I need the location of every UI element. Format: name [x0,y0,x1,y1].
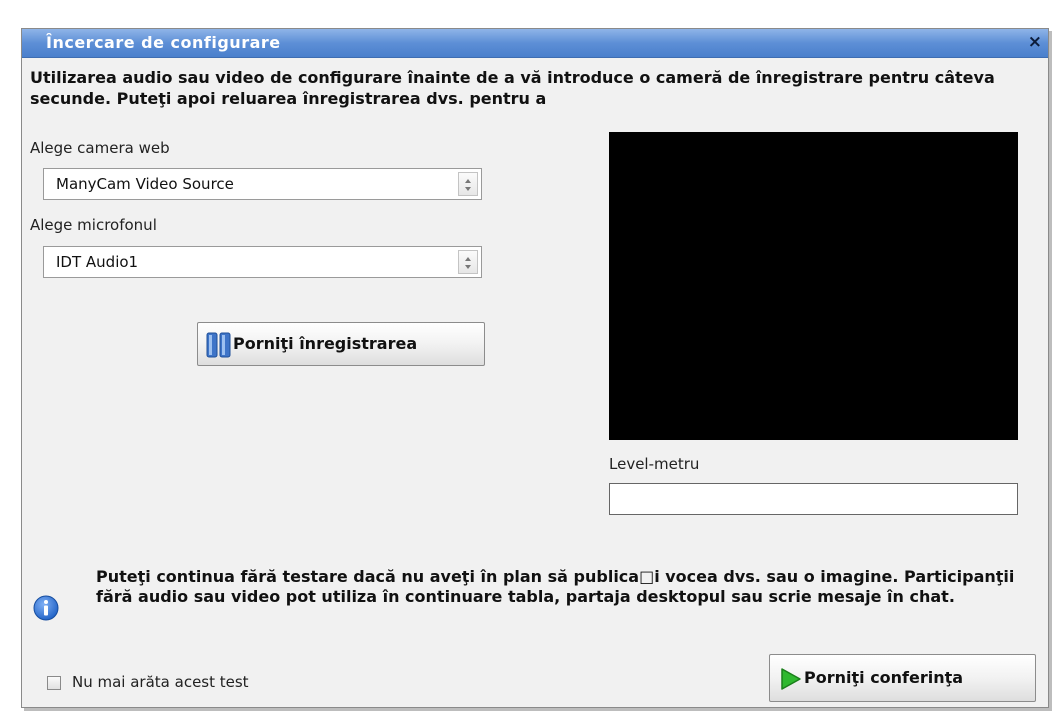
title-bar[interactable]: Încercare de configurare × [22,29,1048,58]
play-arrow-icon [780,667,802,695]
info-icon [33,595,59,625]
dont-show-again-checkbox[interactable] [47,676,61,690]
start-recording-button[interactable]: Porniţi înregistrarea [197,322,485,366]
camera-select-value: ManyCam Video Source [56,175,234,193]
dialog-title: Încercare de configurare [46,33,281,52]
camera-label: Alege camera web [30,139,170,157]
microphone-select[interactable]: IDT Audio1 [43,246,482,278]
select-arrows-icon[interactable] [458,172,478,196]
select-arrows-icon[interactable] [458,250,478,274]
level-meter [609,483,1018,515]
start-conference-label: Porniţi conferinţa [804,668,964,687]
camera-select[interactable]: ManyCam Video Source [43,168,482,200]
start-recording-label: Porniţi înregistrarea [233,334,418,353]
dont-show-again-label[interactable]: Nu mai arăta acest test [72,673,249,691]
level-meter-label: Level-metru [609,455,700,473]
start-conference-button[interactable]: Porniţi conferinţa [769,654,1036,702]
microphone-label: Alege microfonul [30,216,157,234]
video-preview [609,132,1018,440]
info-message: Puteţi continua fără testare dacă nu ave… [96,567,1015,606]
configuration-dialog: Încercare de configurare × Utilizarea au… [21,28,1049,708]
pause-icon [206,332,232,362]
microphone-select-value: IDT Audio1 [56,253,139,271]
close-icon[interactable]: × [1028,32,1042,52]
intro-text: Utilizarea audio sau video de configurar… [30,68,995,108]
